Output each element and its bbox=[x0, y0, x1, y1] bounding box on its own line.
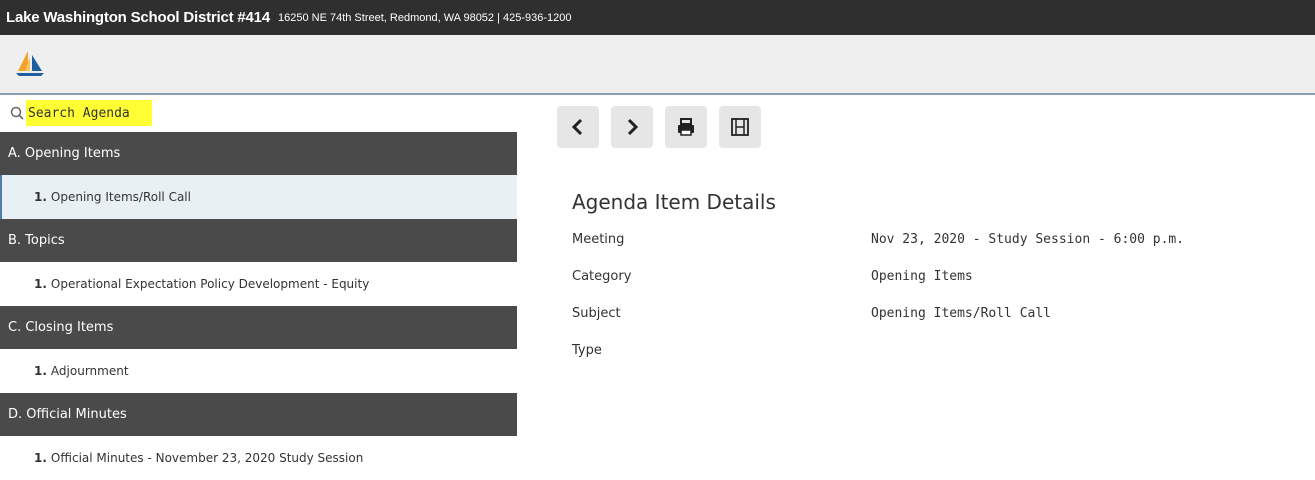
section-header[interactable]: B. Topics bbox=[0, 219, 517, 262]
detail-row: Subject Opening Items/Roll Call bbox=[572, 296, 1292, 333]
next-button[interactable] bbox=[611, 106, 653, 148]
detail-label: Meeting bbox=[572, 232, 625, 247]
agenda-item[interactable]: 1. Opening Items/Roll Call bbox=[0, 175, 517, 219]
chevron-right-icon bbox=[627, 118, 639, 136]
film-icon bbox=[731, 118, 749, 136]
detail-row: Category Opening Items bbox=[572, 259, 1292, 296]
detail-value: Opening Items bbox=[871, 269, 973, 284]
detail-label: Type bbox=[572, 343, 602, 358]
top-bar: Lake Washington School District #414 162… bbox=[0, 0, 1315, 35]
section-label: A. Opening Items bbox=[8, 146, 121, 161]
details-title: Agenda Item Details bbox=[572, 190, 776, 214]
section-label: B. Topics bbox=[8, 233, 65, 248]
item-label: Operational Expectation Policy Developme… bbox=[50, 277, 370, 291]
agenda-item[interactable]: 1. Adjournment bbox=[0, 349, 517, 393]
search-input[interactable] bbox=[26, 100, 152, 126]
section-label: C. Closing Items bbox=[8, 320, 114, 335]
presentation-button[interactable] bbox=[719, 106, 761, 148]
item-label: Official Minutes - November 23, 2020 Stu… bbox=[50, 451, 364, 465]
detail-row: Meeting Nov 23, 2020 - Study Session - 6… bbox=[572, 222, 1292, 259]
agenda-item-details: Agenda Item Details Meeting Nov 23, 2020… bbox=[572, 190, 1292, 370]
section-header[interactable]: A. Opening Items bbox=[0, 132, 517, 175]
search-icon bbox=[10, 106, 24, 120]
agenda-list: A. Opening Items 1. Opening Items/Roll C… bbox=[0, 132, 517, 480]
sailboat-logo-icon[interactable] bbox=[14, 49, 48, 79]
item-number: 1. bbox=[34, 451, 47, 465]
item-number: 1. bbox=[34, 190, 47, 204]
item-label: Adjournment bbox=[50, 364, 129, 378]
item-number: 1. bbox=[34, 364, 47, 378]
print-button[interactable] bbox=[665, 106, 707, 148]
detail-value: Nov 23, 2020 - Study Session - 6:00 p.m. bbox=[871, 232, 1185, 247]
chevron-left-icon bbox=[571, 118, 583, 136]
detail-label: Subject bbox=[572, 306, 621, 321]
agenda-item[interactable]: 1. Official Minutes - November 23, 2020 … bbox=[0, 436, 517, 480]
print-icon bbox=[678, 118, 694, 136]
detail-value: Opening Items/Roll Call bbox=[871, 306, 1052, 321]
detail-row: Type bbox=[572, 333, 1292, 370]
item-toolbar bbox=[557, 106, 773, 148]
section-label: D. Official Minutes bbox=[8, 407, 127, 422]
agenda-item[interactable]: 1. Operational Expectation Policy Develo… bbox=[0, 262, 517, 306]
logo-bar bbox=[0, 35, 1315, 95]
section-header[interactable]: C. Closing Items bbox=[0, 306, 517, 349]
org-address: 16250 NE 74th Street, Redmond, WA 98052 … bbox=[277, 11, 572, 24]
search-bar bbox=[10, 100, 152, 126]
previous-button[interactable] bbox=[557, 106, 599, 148]
section-header[interactable]: D. Official Minutes bbox=[0, 393, 517, 436]
detail-label: Category bbox=[572, 269, 632, 284]
item-label: Opening Items/Roll Call bbox=[50, 190, 191, 204]
item-number: 1. bbox=[34, 277, 47, 291]
org-name: Lake Washington School District #414 bbox=[6, 9, 270, 26]
